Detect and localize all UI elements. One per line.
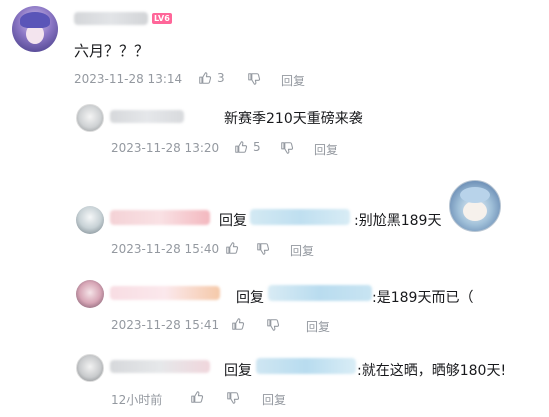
main-dislike-button[interactable] xyxy=(247,72,261,86)
reply-prefix: 回复 xyxy=(219,213,247,229)
reply-username[interactable] xyxy=(110,110,184,123)
reply-like-count: 5 xyxy=(253,140,261,154)
reply-prefix: 回复 xyxy=(224,363,252,379)
reply-dislike-button[interactable] xyxy=(280,141,294,155)
mentioned-username[interactable] xyxy=(250,209,350,225)
reply-text: :是189天而已（ xyxy=(372,290,474,306)
reply-text: :别尬黑189天 xyxy=(354,213,442,229)
reply-avatar[interactable] xyxy=(76,206,104,234)
reply-date: 2023-11-28 15:41 xyxy=(111,318,220,332)
reply-avatar[interactable] xyxy=(76,354,104,382)
reply-reply-button[interactable]: 回复 xyxy=(262,391,286,408)
reply-username[interactable] xyxy=(110,360,210,373)
thumbs-up-icon xyxy=(235,141,248,153)
mentioned-username[interactable] xyxy=(268,285,372,301)
thumbs-down-icon xyxy=(227,392,240,404)
reply-like-button[interactable] xyxy=(225,241,239,255)
reply-avatar[interactable] xyxy=(76,280,104,308)
main-comment-date: 2023-11-28 13:14 xyxy=(74,72,183,86)
mentioned-username[interactable] xyxy=(256,358,356,374)
main-reply-button[interactable]: 回复 xyxy=(281,72,305,89)
sticker-image xyxy=(449,180,501,232)
thumbs-up-icon xyxy=(226,242,239,254)
reply-reply-button[interactable]: 回复 xyxy=(290,242,314,259)
main-avatar[interactable] xyxy=(12,6,58,52)
thumbs-up-icon xyxy=(191,391,204,403)
main-like-count: 3 xyxy=(217,71,225,85)
reply-username[interactable] xyxy=(110,286,220,300)
reply-avatar[interactable] xyxy=(76,104,104,132)
reply-like-button[interactable] xyxy=(190,390,204,404)
thumbs-up-icon xyxy=(232,318,245,330)
main-username[interactable] xyxy=(74,12,148,25)
thumbs-down-icon xyxy=(257,243,270,255)
main-comment-text: 六月？？？ xyxy=(74,42,150,60)
reply-dislike-button[interactable] xyxy=(266,318,280,332)
reply-like-button[interactable]: 5 xyxy=(234,140,261,154)
reply-text: 新赛季210天重磅来袭 xyxy=(224,111,363,127)
reply-username[interactable] xyxy=(110,210,210,225)
reply-reply-button[interactable]: 回复 xyxy=(314,141,338,158)
reply-reply-button[interactable]: 回复 xyxy=(306,318,330,335)
reply-prefix: 回复 xyxy=(236,290,264,306)
reply-text: :就在这晒，晒够180天! xyxy=(357,363,507,379)
main-like-button[interactable]: 3 xyxy=(198,71,225,85)
thumbs-up-icon xyxy=(199,72,212,84)
thumbs-down-icon xyxy=(281,142,294,154)
reply-date: 12小时前 xyxy=(111,393,163,407)
level-badge: LV6 xyxy=(152,13,172,24)
reply-date: 2023-11-28 15:40 xyxy=(111,242,220,256)
reply-like-button[interactable] xyxy=(231,317,245,331)
thumbs-down-icon xyxy=(248,73,261,85)
thumbs-down-icon xyxy=(267,319,280,331)
reply-dislike-button[interactable] xyxy=(256,242,270,256)
reply-date: 2023-11-28 13:20 xyxy=(111,141,220,155)
reply-dislike-button[interactable] xyxy=(226,391,240,405)
